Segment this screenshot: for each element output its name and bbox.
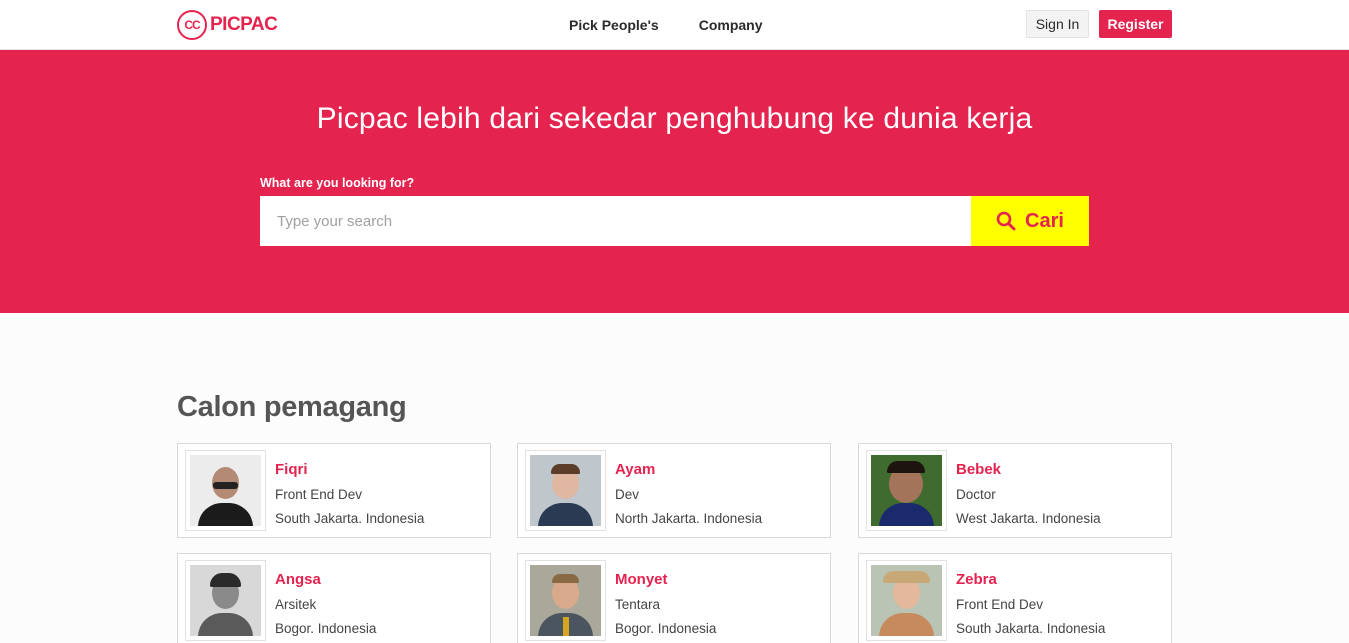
register-button[interactable]: Register [1099,10,1172,38]
candidate-location: South Jakarta. Indonesia [956,621,1106,636]
avatar [866,560,947,641]
candidate-card[interactable]: Zebra Front End Dev South Jakarta. Indon… [858,553,1172,643]
candidate-card[interactable]: Angsa Arsitek Bogor. Indonesia [177,553,491,643]
candidate-location: West Jakarta. Indonesia [956,511,1101,526]
candidate-role: Doctor [956,487,996,502]
candidate-card[interactable]: Bebek Doctor West Jakarta. Indonesia [858,443,1172,538]
search-button[interactable]: Cari [971,196,1089,246]
sign-in-button[interactable]: Sign In [1026,10,1089,38]
candidate-name[interactable]: Monyet [615,571,668,588]
logo-mark-text: CC [184,18,200,32]
hero-banner: Picpac lebih dari sekedar penghubung ke … [0,50,1349,313]
candidate-card[interactable]: Fiqri Front End Dev South Jakarta. Indon… [177,443,491,538]
candidate-name[interactable]: Angsa [275,571,321,588]
logo-text: PICPAC [210,14,278,35]
navbar: CC PICPAC Pick People's Company Sign In … [0,0,1349,50]
candidate-location: Bogor. Indonesia [275,621,377,636]
search-input[interactable] [260,196,971,246]
avatar-photo [530,455,601,526]
avatar-photo [530,565,601,636]
candidate-location: Bogor. Indonesia [615,621,717,636]
avatar-photo [190,565,261,636]
section-title: Calon pemagang [177,391,407,423]
avatar [525,560,606,641]
candidate-location: North Jakarta. Indonesia [615,511,763,526]
candidate-card[interactable]: Monyet Tentara Bogor. Indonesia [517,553,831,643]
search-icon [996,211,1016,231]
candidate-role: Dev [615,487,640,502]
candidate-name[interactable]: Fiqri [275,461,308,478]
search-label: What are you looking for? [260,176,415,190]
candidate-name[interactable]: Zebra [956,571,997,588]
avatar [185,560,266,641]
avatar-photo [871,565,942,636]
avatar [185,450,266,531]
search-button-label: Cari [1025,209,1064,232]
avatar [525,450,606,531]
candidate-location: South Jakarta. Indonesia [275,511,425,526]
candidate-card[interactable]: Ayam Dev North Jakarta. Indonesia [517,443,831,538]
main-nav: Pick People's Company [569,0,803,50]
nav-link-pick-peoples[interactable]: Pick People's [569,17,659,33]
candidate-name[interactable]: Ayam [615,461,655,478]
nav-link-company[interactable]: Company [699,17,763,33]
candidate-role: Arsitek [275,597,317,612]
candidate-role: Tentara [615,597,661,612]
candidate-name[interactable]: Bebek [956,461,1001,478]
logo[interactable]: CC PICPAC [177,9,278,41]
logo-icon: CC [177,10,207,40]
candidate-role: Front End Dev [275,487,363,502]
avatar [866,450,947,531]
avatar-photo [190,455,261,526]
candidate-role: Front End Dev [956,597,1044,612]
avatar-photo [871,455,942,526]
hero-title: Picpac lebih dari sekedar penghubung ke … [316,102,1033,135]
